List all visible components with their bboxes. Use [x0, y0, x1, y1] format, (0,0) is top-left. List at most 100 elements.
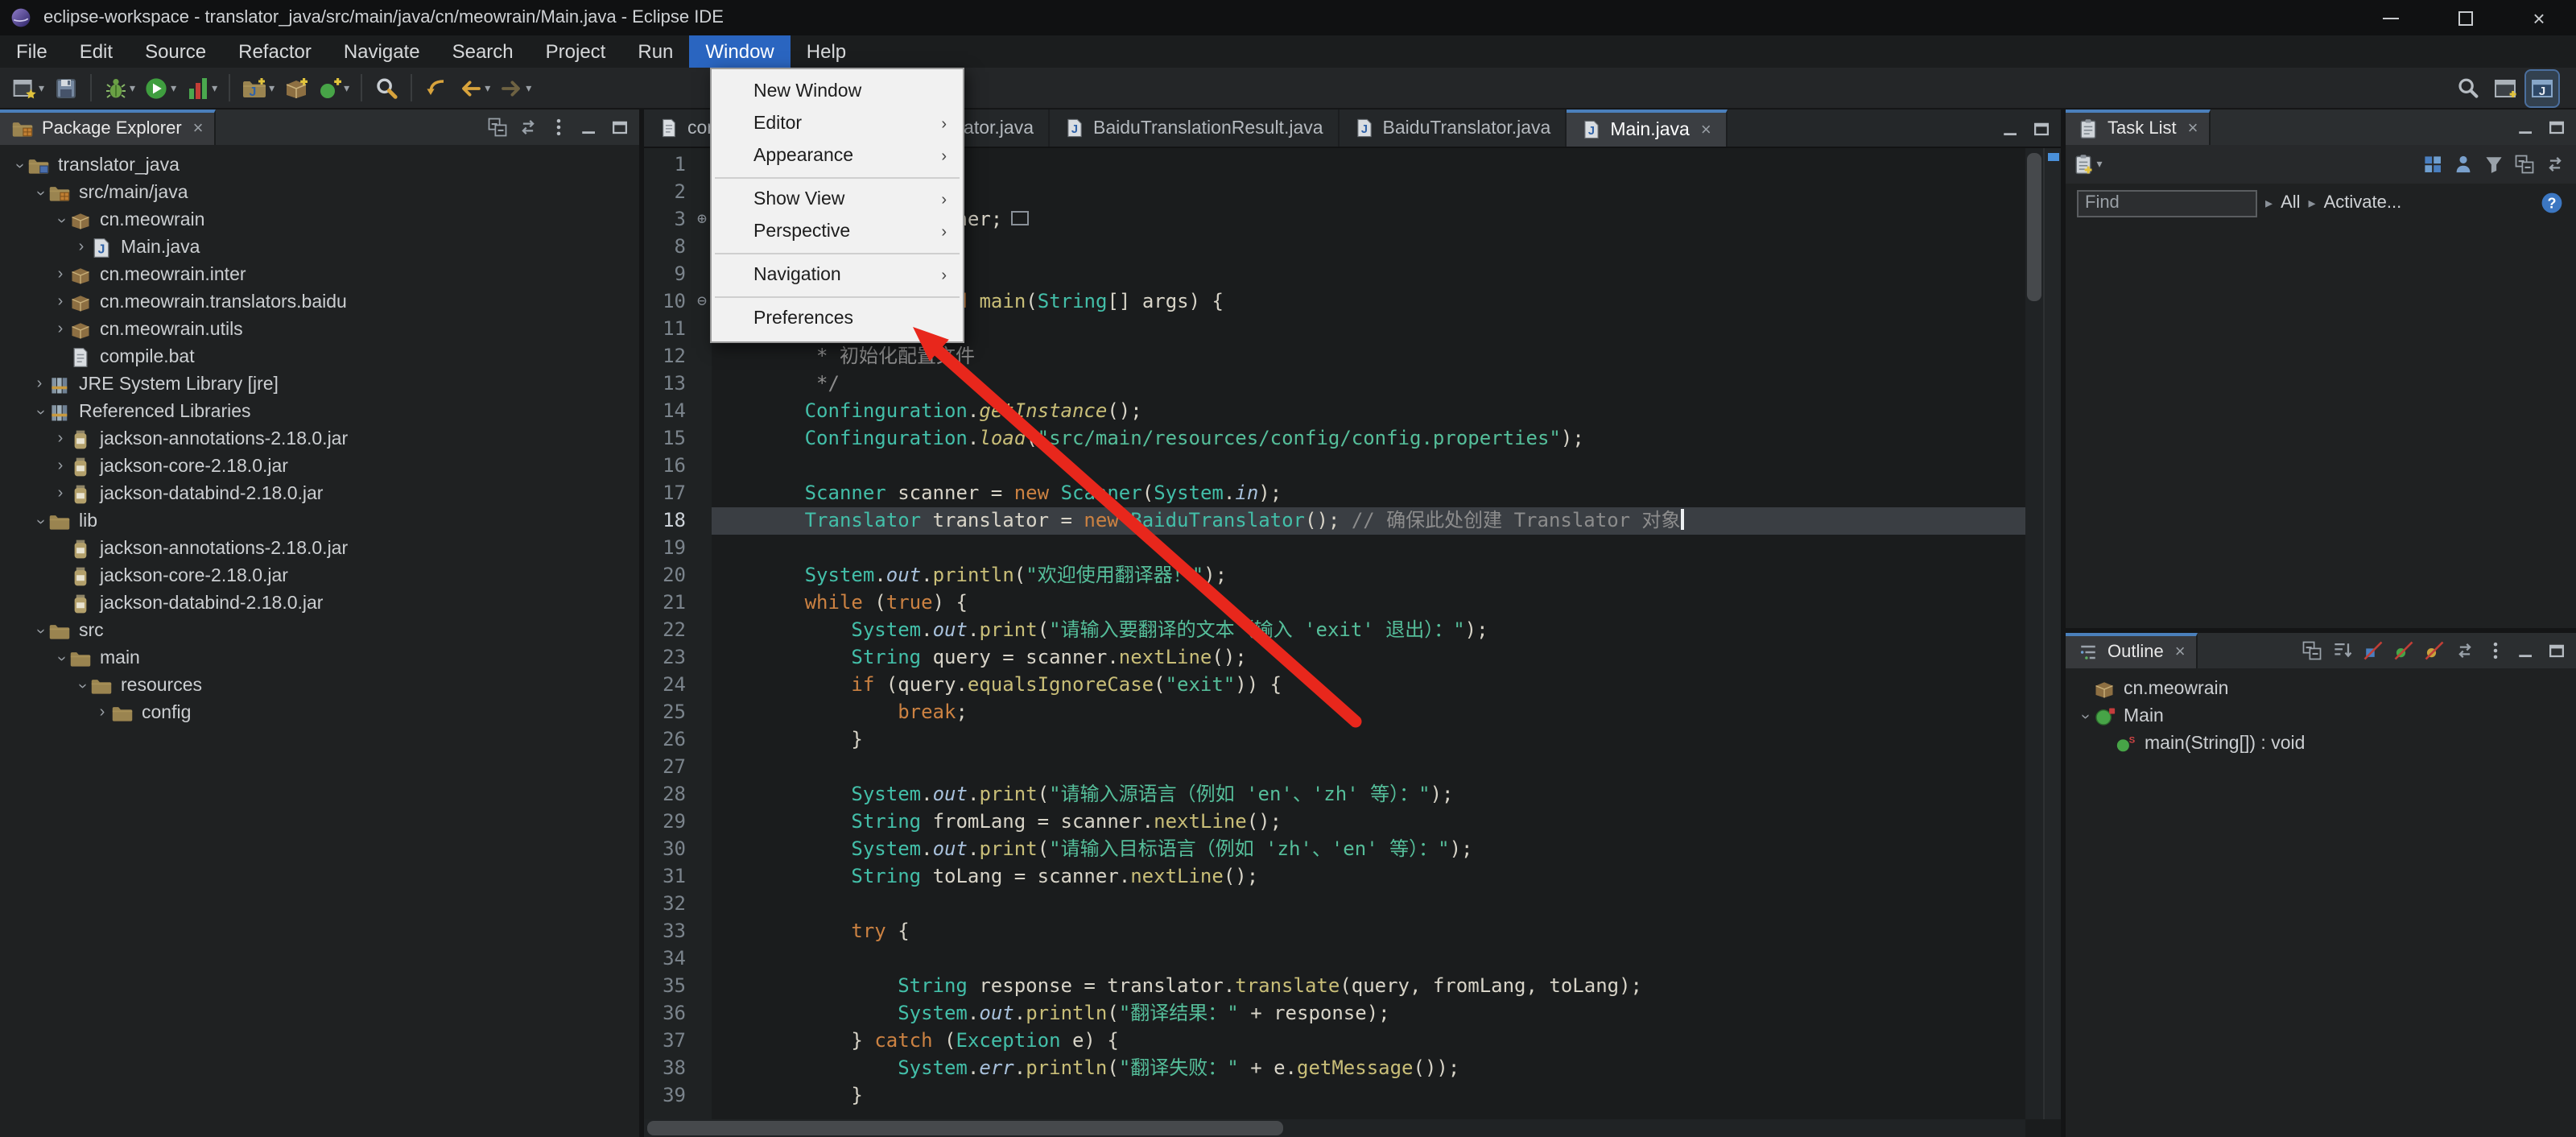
- code-line-34[interactable]: 34: [644, 945, 2025, 973]
- code-line-19[interactable]: 19: [644, 535, 2025, 562]
- code-line-18[interactable]: 18 Translator translator = new BaiduTran…: [644, 507, 2025, 535]
- line-number[interactable]: 3: [644, 206, 692, 234]
- tree-item-src-main-java[interactable]: ›src/main/java: [0, 179, 639, 206]
- dropdown-arrow-icon[interactable]: ▾: [171, 81, 176, 94]
- tree-item-main[interactable]: ›main: [0, 644, 639, 672]
- line-number[interactable]: 22: [644, 617, 692, 644]
- scope-all-link[interactable]: All: [2281, 193, 2300, 213]
- line-number[interactable]: 12: [644, 343, 692, 370]
- close-view-icon[interactable]: ×: [2188, 119, 2198, 139]
- code-line-37[interactable]: 37 } catch (Exception e) {: [644, 1027, 2025, 1055]
- close-window-button[interactable]: ×: [2502, 0, 2576, 35]
- vertical-scrollbar-thumb[interactable]: [2027, 153, 2041, 301]
- back-button[interactable]: ▾: [454, 70, 493, 105]
- menu-refactor[interactable]: Refactor: [222, 35, 328, 68]
- code-line-31[interactable]: 31 String toLang = scanner.nextLine();: [644, 863, 2025, 891]
- menu-help[interactable]: Help: [791, 35, 862, 68]
- code-line-33[interactable]: 33 try {: [644, 918, 2025, 945]
- find-actions-button[interactable]: [2452, 70, 2484, 105]
- line-number[interactable]: 33: [644, 918, 692, 945]
- tab-task-list[interactable]: Task List ×: [2066, 110, 2211, 145]
- line-number[interactable]: 8: [644, 234, 692, 261]
- line-number[interactable]: 15: [644, 425, 692, 453]
- expand-arrow-icon[interactable]: ›: [2071, 707, 2097, 725]
- expand-arrow-icon[interactable]: ›: [6, 156, 31, 174]
- sort-button[interactable]: [2326, 635, 2357, 666]
- new-wizard-button[interactable]: ▾: [8, 70, 47, 105]
- dropdown-arrow-icon[interactable]: ▾: [39, 81, 44, 94]
- view-menu-button[interactable]: [543, 112, 573, 143]
- code-line-15[interactable]: 15 Confinguration.load("src/main/resourc…: [644, 425, 2025, 453]
- expand-arrow-icon[interactable]: ›: [72, 234, 90, 260]
- new-task-button[interactable]: ▾: [2072, 149, 2103, 180]
- tree-item-lib[interactable]: ›lib: [0, 507, 639, 535]
- debug-button[interactable]: ▾: [99, 70, 138, 105]
- minimize-button[interactable]: [2510, 112, 2541, 143]
- last-edit-location-button[interactable]: [420, 70, 452, 105]
- menu-project[interactable]: Project: [530, 35, 622, 68]
- line-number[interactable]: 32: [644, 891, 692, 918]
- forward-button[interactable]: ▾: [495, 70, 535, 105]
- link-with-editor-button[interactable]: [2449, 635, 2479, 666]
- dropdown-arrow-icon[interactable]: ▾: [212, 81, 217, 94]
- code-line-25[interactable]: 25 break;: [644, 699, 2025, 726]
- line-number[interactable]: 20: [644, 562, 692, 589]
- categorized-button[interactable]: [2417, 149, 2447, 180]
- tree-item-cn-meowrain-translators-baidu[interactable]: ›cn.meowrain.translators.baidu: [0, 288, 639, 316]
- tree-item-referenced-libraries[interactable]: ›Referenced Libraries: [0, 398, 639, 425]
- line-number[interactable]: 10: [644, 288, 692, 316]
- horizontal-scrollbar-thumb[interactable]: [647, 1121, 1282, 1135]
- horizontal-scrollbar[interactable]: [644, 1119, 2025, 1137]
- window-menu-item-new-window[interactable]: New Window: [712, 76, 963, 108]
- line-number[interactable]: 29: [644, 808, 692, 836]
- collapse-all-button[interactable]: [2508, 149, 2539, 180]
- close-view-icon[interactable]: ×: [2175, 643, 2186, 662]
- menu-window[interactable]: Window: [689, 35, 790, 68]
- link-with-editor-button[interactable]: [2539, 149, 2570, 180]
- line-number[interactable]: 24: [644, 672, 692, 699]
- line-number[interactable]: 19: [644, 535, 692, 562]
- activate-link[interactable]: Activate...: [2324, 193, 2402, 213]
- code-line-38[interactable]: 38 System.err.println("翻译失败：" + e.getMes…: [644, 1055, 2025, 1082]
- code-line-21[interactable]: 21 while (true) {: [644, 589, 2025, 617]
- tree-item-cn-meowrain[interactable]: ›cn.meowrain: [0, 206, 639, 234]
- line-number[interactable]: 35: [644, 973, 692, 1000]
- window-menu-item-appearance[interactable]: Appearance›: [712, 140, 963, 172]
- dropdown-arrow-icon[interactable]: ▾: [526, 81, 531, 94]
- line-number[interactable]: 38: [644, 1055, 692, 1082]
- maximize-button[interactable]: [2541, 112, 2571, 143]
- new-class-button[interactable]: ▾: [313, 70, 353, 105]
- line-number[interactable]: 21: [644, 589, 692, 617]
- code-line-36[interactable]: 36 System.out.println("翻译结果：" + response…: [644, 1000, 2025, 1027]
- line-number[interactable]: 1: [644, 151, 692, 179]
- expand-arrow-icon[interactable]: ›: [47, 211, 73, 229]
- window-menu-item-perspective[interactable]: Perspective›: [712, 216, 963, 248]
- line-number[interactable]: 16: [644, 453, 692, 480]
- line-number[interactable]: 28: [644, 781, 692, 808]
- line-number[interactable]: 14: [644, 398, 692, 425]
- tree-item-jackson-annotations-2-18-0-jar[interactable]: jackson-annotations-2.18.0.jar: [0, 535, 639, 562]
- dropdown-arrow-icon[interactable]: ▾: [485, 81, 490, 94]
- line-number[interactable]: 18: [644, 507, 692, 535]
- tree-item-jackson-databind-2-18-0-jar[interactable]: jackson-databind-2.18.0.jar: [0, 589, 639, 617]
- menu-source[interactable]: Source: [129, 35, 222, 68]
- menu-edit[interactable]: Edit: [64, 35, 129, 68]
- line-number[interactable]: 23: [644, 644, 692, 672]
- editor-tab-baidutranslator-java[interactable]: BaiduTranslator.java: [1340, 110, 1567, 147]
- tree-item-main-string-void[interactable]: main(String[]) : void: [2066, 730, 2576, 757]
- run-button[interactable]: ▾: [140, 70, 180, 105]
- collapse-all-button[interactable]: [481, 112, 512, 143]
- maximize-button[interactable]: [2025, 113, 2056, 143]
- fold-plus-icon[interactable]: ⊕: [692, 206, 712, 234]
- code-line-32[interactable]: 32: [644, 891, 2025, 918]
- code-line-16[interactable]: 16: [644, 453, 2025, 480]
- code-line-14[interactable]: 14 Confinguration.getInstance();: [644, 398, 2025, 425]
- open-perspective-button[interactable]: [2489, 70, 2521, 105]
- link-with-editor-button[interactable]: [512, 112, 543, 143]
- tree-item-config[interactable]: ›config: [0, 699, 639, 726]
- maximize-button[interactable]: [2541, 635, 2571, 666]
- expand-arrow-icon[interactable]: ›: [52, 453, 69, 479]
- hide-non-public-members-button[interactable]: [2418, 635, 2449, 666]
- view-menu-button[interactable]: [2479, 635, 2510, 666]
- tree-item-cn-meowrain[interactable]: cn.meowrain: [2066, 675, 2576, 702]
